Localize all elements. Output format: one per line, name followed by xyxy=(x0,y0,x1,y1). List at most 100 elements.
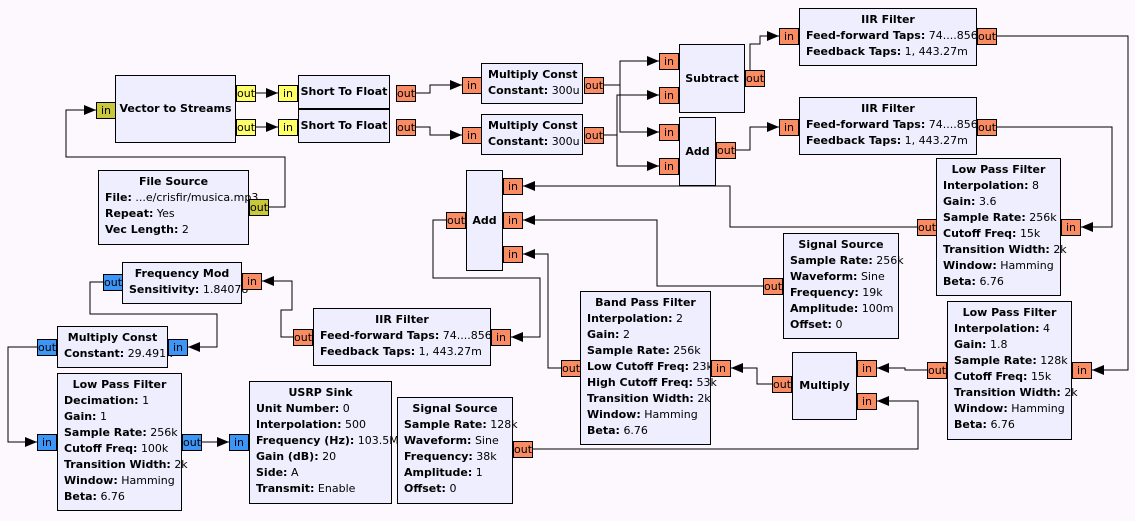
param-key: Interpolation: xyxy=(256,418,342,431)
input-port[interactable]: in xyxy=(503,212,523,229)
param-key: Gain (dB): xyxy=(256,450,319,463)
output-port[interactable]: out xyxy=(745,70,765,87)
output-port[interactable]: out xyxy=(249,199,269,216)
param-value: 6.76 xyxy=(623,424,648,437)
wire[interactable] xyxy=(523,249,561,369)
param-key: Cutoff Freq: xyxy=(64,442,138,455)
output-port[interactable]: out xyxy=(513,441,533,458)
output-port[interactable]: out xyxy=(763,278,783,295)
block-low-pass-filter-interp4[interactable]: Low Pass Filter Interpolation: 4 Gain: 1.8… xyxy=(947,301,1078,440)
block-low-pass-filter-decim[interactable]: Low Pass Filter Decimation: 1 Gain: 1 Sampl… xyxy=(57,373,188,511)
block-param: Repeat: Yes xyxy=(105,206,242,222)
block-file-source[interactable]: File Source File: ...e/crisfir/musica.mp3… xyxy=(98,170,258,245)
block-band-pass-filter[interactable]: Band Pass Filter Interpolation: 2 Gain: 2S… xyxy=(580,291,717,445)
input-port[interactable]: in xyxy=(857,360,877,377)
param-value: Hamming xyxy=(121,474,175,487)
output-port[interactable]: out xyxy=(772,376,792,393)
block-usrp-sink[interactable]: USRP Sink Unit Number: 0 Interpolation: 50… xyxy=(249,381,399,504)
output-port[interactable]: out xyxy=(396,119,416,136)
wire[interactable] xyxy=(262,276,293,338)
param-value: 6.76 xyxy=(100,490,125,503)
block-frequency-mod[interactable]: Frequency Mod Sensitivity: 1.84078 xyxy=(122,262,248,304)
wire[interactable] xyxy=(523,215,763,287)
input-port[interactable]: in xyxy=(711,360,731,377)
block-vector-to-streams[interactable]: Vector to Streams xyxy=(115,75,236,143)
output-port[interactable]: out xyxy=(917,219,937,236)
block-title: Vector to Streams xyxy=(119,102,232,115)
wire[interactable] xyxy=(416,80,462,94)
output-port[interactable]: out xyxy=(103,274,123,291)
wire[interactable] xyxy=(731,363,772,385)
block-multiply-const-2[interactable]: Multiply Const Constant: 300u xyxy=(481,114,583,155)
param-value: 100m xyxy=(861,302,894,315)
wire[interactable] xyxy=(416,126,462,140)
output-port[interactable]: out xyxy=(977,119,997,136)
output-port[interactable]: out xyxy=(293,329,313,346)
block-add-1[interactable]: Add xyxy=(679,117,716,186)
input-port[interactable]: in xyxy=(659,158,679,175)
input-port[interactable]: in xyxy=(779,28,799,45)
input-port[interactable]: in xyxy=(1072,362,1092,379)
input-port[interactable]: in xyxy=(779,119,799,136)
wire[interactable] xyxy=(7,346,37,447)
wire[interactable] xyxy=(604,56,659,86)
input-port[interactable]: in xyxy=(37,434,57,451)
input-port[interactable]: in xyxy=(857,393,877,410)
block-title: Band Pass Filter xyxy=(595,296,696,309)
output-port[interactable]: out xyxy=(446,212,466,229)
input-port[interactable]: in xyxy=(659,124,679,141)
wire[interactable] xyxy=(604,90,659,136)
output-port[interactable]: out xyxy=(182,434,202,451)
output-port[interactable]: out xyxy=(584,127,604,144)
input-port[interactable]: in xyxy=(462,127,482,144)
output-port[interactable]: out xyxy=(37,339,57,356)
block-iir-filter-1[interactable]: IIR Filter Feed-forward Taps: 74....856m F… xyxy=(799,8,988,66)
block-iir-filter-3[interactable]: IIR Filter Feed-forward Taps: 74....856m F… xyxy=(313,308,502,366)
block-short-to-float-1[interactable]: Short To Float xyxy=(298,75,390,109)
block-multiply-const-3[interactable]: Multiply Const Constant: 29.491k xyxy=(57,326,173,368)
output-port[interactable]: out xyxy=(561,360,581,377)
param-value: 2k xyxy=(1064,386,1078,399)
output-port[interactable]: out xyxy=(927,362,947,379)
block-signal-source-38k[interactable]: Signal Source Sample Rate: 128k Waveform: … xyxy=(397,397,518,504)
param-key: Decimation: xyxy=(64,394,139,407)
output-port[interactable]: out xyxy=(236,119,256,136)
input-port[interactable]: in xyxy=(229,434,249,451)
block-iir-filter-2[interactable]: IIR Filter Feed-forward Taps: 74....856m F… xyxy=(799,97,988,155)
block-low-pass-filter-interp8[interactable]: Low Pass Filter Interpolation: 8 Gain: 3.6… xyxy=(936,158,1067,296)
output-port[interactable]: out xyxy=(716,142,736,159)
output-port[interactable]: out xyxy=(584,77,604,94)
block-title: Frequency Mod xyxy=(134,267,230,280)
input-port[interactable]: in xyxy=(503,246,523,263)
input-port[interactable]: in xyxy=(242,273,262,290)
output-port[interactable]: out xyxy=(396,85,416,102)
input-port[interactable]: in xyxy=(168,339,188,356)
block-short-to-float-2[interactable]: Short To Float xyxy=(298,109,390,143)
block-subtract[interactable]: Subtract xyxy=(679,44,745,113)
input-port[interactable]: in xyxy=(462,77,482,94)
wire[interactable] xyxy=(523,181,917,228)
input-port[interactable]: in xyxy=(1061,219,1081,236)
wire[interactable] xyxy=(604,134,659,171)
wire[interactable] xyxy=(604,84,659,137)
input-port[interactable]: in xyxy=(659,53,679,70)
input-port[interactable]: in xyxy=(659,87,679,104)
block-param: Transmit: Enable xyxy=(256,481,385,497)
block-multiply[interactable]: Multiply xyxy=(792,352,857,420)
wire[interactable] xyxy=(736,122,779,151)
input-port[interactable]: in xyxy=(96,102,116,119)
input-port[interactable]: in xyxy=(278,85,298,102)
wire[interactable] xyxy=(877,363,927,373)
block-multiply-const-1[interactable]: Multiply Const Constant: 300u xyxy=(481,63,583,104)
block-param: Interpolation: 4 xyxy=(954,321,1065,337)
input-port[interactable]: in xyxy=(503,178,523,195)
block-title: IIR Filter xyxy=(861,102,915,115)
param-key: Sample Rate: xyxy=(404,418,487,431)
input-port[interactable]: in xyxy=(491,329,511,346)
output-port[interactable]: out xyxy=(236,85,256,102)
block-signal-source-19k[interactable]: Signal Source Sample Rate: 256k Waveform: … xyxy=(783,233,904,339)
output-port[interactable]: out xyxy=(977,28,997,45)
block-add-2[interactable]: Add xyxy=(466,170,503,271)
input-port[interactable]: in xyxy=(278,119,298,136)
param-key: Gain: xyxy=(943,195,976,208)
